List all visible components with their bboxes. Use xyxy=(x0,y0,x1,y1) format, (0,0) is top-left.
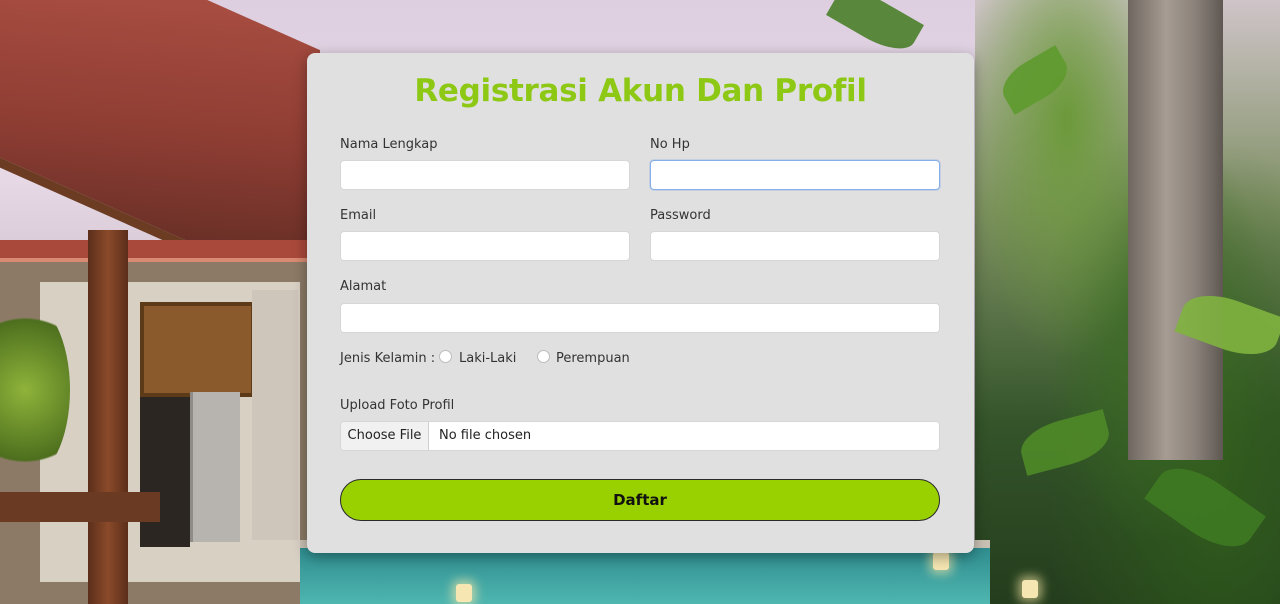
password-input[interactable] xyxy=(650,231,940,261)
alamat-input[interactable] xyxy=(340,303,940,333)
jenis-kelamin-label: Jenis Kelamin : xyxy=(340,351,436,366)
choose-file-button[interactable]: Choose File xyxy=(341,422,429,450)
file-status-text: No file chosen xyxy=(439,428,532,443)
radio-laki-laki[interactable] xyxy=(439,350,452,363)
password-label: Password xyxy=(650,208,711,223)
registration-card: Registrasi Akun Dan Profil Nama Lengkap … xyxy=(307,53,974,553)
page-title: Registrasi Akun Dan Profil xyxy=(414,73,867,109)
email-label: Email xyxy=(340,208,377,223)
daftar-button[interactable]: Daftar xyxy=(340,479,940,521)
nama-lengkap-label: Nama Lengkap xyxy=(340,137,438,152)
perempuan-label[interactable]: Perempuan xyxy=(556,351,630,366)
file-input[interactable]: Choose File No file chosen xyxy=(340,421,940,451)
laki-laki-label[interactable]: Laki-Laki xyxy=(459,351,516,366)
nama-lengkap-input[interactable] xyxy=(340,160,630,190)
alamat-label: Alamat xyxy=(340,279,387,294)
radio-perempuan[interactable] xyxy=(537,350,550,363)
email-input[interactable] xyxy=(340,231,630,261)
no-hp-input[interactable] xyxy=(650,160,940,190)
no-hp-label: No Hp xyxy=(650,137,690,152)
upload-foto-label: Upload Foto Profil xyxy=(340,398,455,413)
